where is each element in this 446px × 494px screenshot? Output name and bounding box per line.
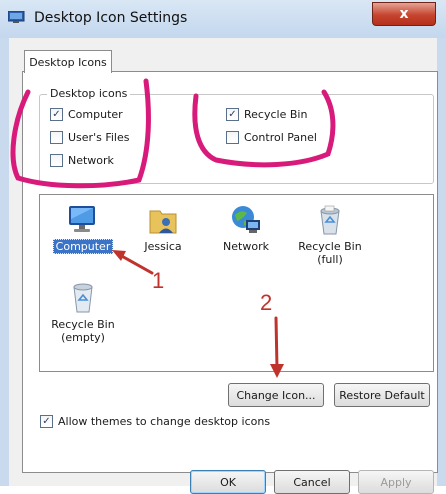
annotation-circle-left xyxy=(10,78,151,189)
tab-desktop-icons[interactable]: Desktop Icons xyxy=(24,50,112,73)
annotation-number-1: 1 xyxy=(152,268,165,293)
annotation-arrow-2-line xyxy=(274,316,279,370)
annotation-arrow-1-line xyxy=(116,252,154,275)
annotation-arrow-2-head xyxy=(270,364,284,378)
annotation-arrow-1-head xyxy=(112,250,126,261)
annotation-circle-right xyxy=(192,89,336,168)
annotation-number-2: 2 xyxy=(260,290,273,315)
